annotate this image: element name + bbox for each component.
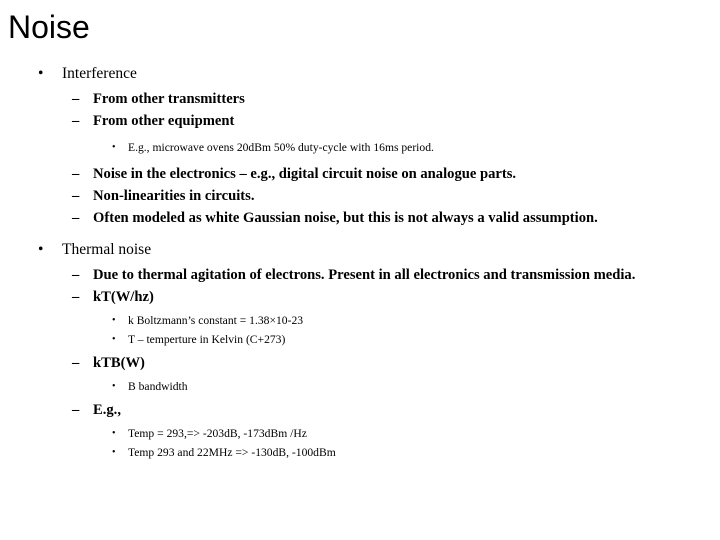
list-item: • T – temperture in Kelvin (C+273) [0, 330, 720, 349]
list-item: • Temp = 293,=> -203dB, -173dBm /Hz [0, 424, 720, 443]
list-item-text: Interference [62, 65, 137, 82]
slide-canvas: Noise • Interference – From other transm… [0, 0, 720, 540]
list-item: • k Boltzmann’s constant = 1.38×10-23 [0, 311, 720, 330]
list-item-text: From other equipment [93, 113, 235, 129]
list-item-text: kT(W/hz) [93, 289, 154, 305]
bullet-marker-level1: • [38, 65, 44, 82]
list-item-text: T – temperture in Kelvin (C+273) [128, 333, 286, 346]
list-item: – E.g., [0, 399, 720, 421]
list-item-text: Thermal noise [62, 241, 152, 258]
list-item: • Interference [0, 62, 720, 85]
list-item-text: k Boltzmann’s constant = 1.38×10-23 [128, 314, 304, 327]
bullet-marker-level2: – [72, 188, 80, 204]
list-item-text: Due to thermal agitation of electrons. P… [93, 267, 636, 283]
bullet-marker-level2: – [72, 289, 80, 305]
list-item: • B bandwidth [0, 377, 720, 396]
bullet-marker-level2: – [72, 166, 80, 182]
list-item-text: Temp = 293,=> -203dB, -173dBm /Hz [128, 427, 307, 440]
list-item: – kTB(W) [0, 352, 720, 374]
bullet-marker-level3: • [112, 334, 116, 345]
list-item-text: B bandwidth [128, 380, 188, 393]
list-item-text: Temp 293 and 22MHz => -130dB, -100dBm [128, 446, 336, 459]
bullet-marker-level3: • [112, 447, 116, 458]
list-item-text: E.g., [93, 402, 121, 418]
bullet-marker-level2: – [72, 113, 80, 129]
bullet-marker-level2: – [72, 210, 80, 226]
list-item-text: Noise in the electronics – e.g., digital… [93, 166, 517, 182]
list-item-text: kTB(W) [93, 355, 145, 371]
bullet-marker-level2: – [72, 267, 80, 283]
list-item: • Temp 293 and 22MHz => -130dB, -100dBm [0, 443, 720, 462]
list-item: – Due to thermal agitation of electrons.… [0, 264, 720, 286]
list-item: • Thermal noise [0, 238, 720, 261]
list-item: • E.g., microwave ovens 20dBm 50% duty-c… [0, 138, 720, 157]
bullet-marker-level2: – [72, 402, 80, 418]
list-item: – kT(W/hz) [0, 286, 720, 308]
bullet-marker-level3: • [112, 315, 116, 326]
list-item-text: E.g., microwave ovens 20dBm 50% duty-cyc… [128, 141, 434, 154]
bullet-marker-level3: • [112, 142, 116, 153]
bullet-marker-level2: – [72, 91, 80, 107]
list-item-text: From other transmitters [93, 91, 245, 107]
list-item: – From other equipment [0, 110, 720, 132]
bullet-marker-level3: • [112, 428, 116, 439]
list-item: – Often modeled as white Gaussian noise,… [0, 207, 720, 229]
list-item: – From other transmitters [0, 88, 720, 110]
bullet-marker-level1: • [38, 241, 44, 258]
list-item: – Noise in the electronics – e.g., digit… [0, 163, 720, 185]
slide-body: • Interference – From other transmitters… [0, 62, 720, 462]
page-title: Noise [8, 9, 90, 45]
list-item-text: Non-linearities in circuits. [93, 188, 255, 204]
bullet-marker-level3: • [112, 381, 116, 392]
bullet-marker-level2: – [72, 355, 80, 371]
list-item-text: Often modeled as white Gaussian noise, b… [93, 210, 598, 226]
list-item: – Non-linearities in circuits. [0, 185, 720, 207]
